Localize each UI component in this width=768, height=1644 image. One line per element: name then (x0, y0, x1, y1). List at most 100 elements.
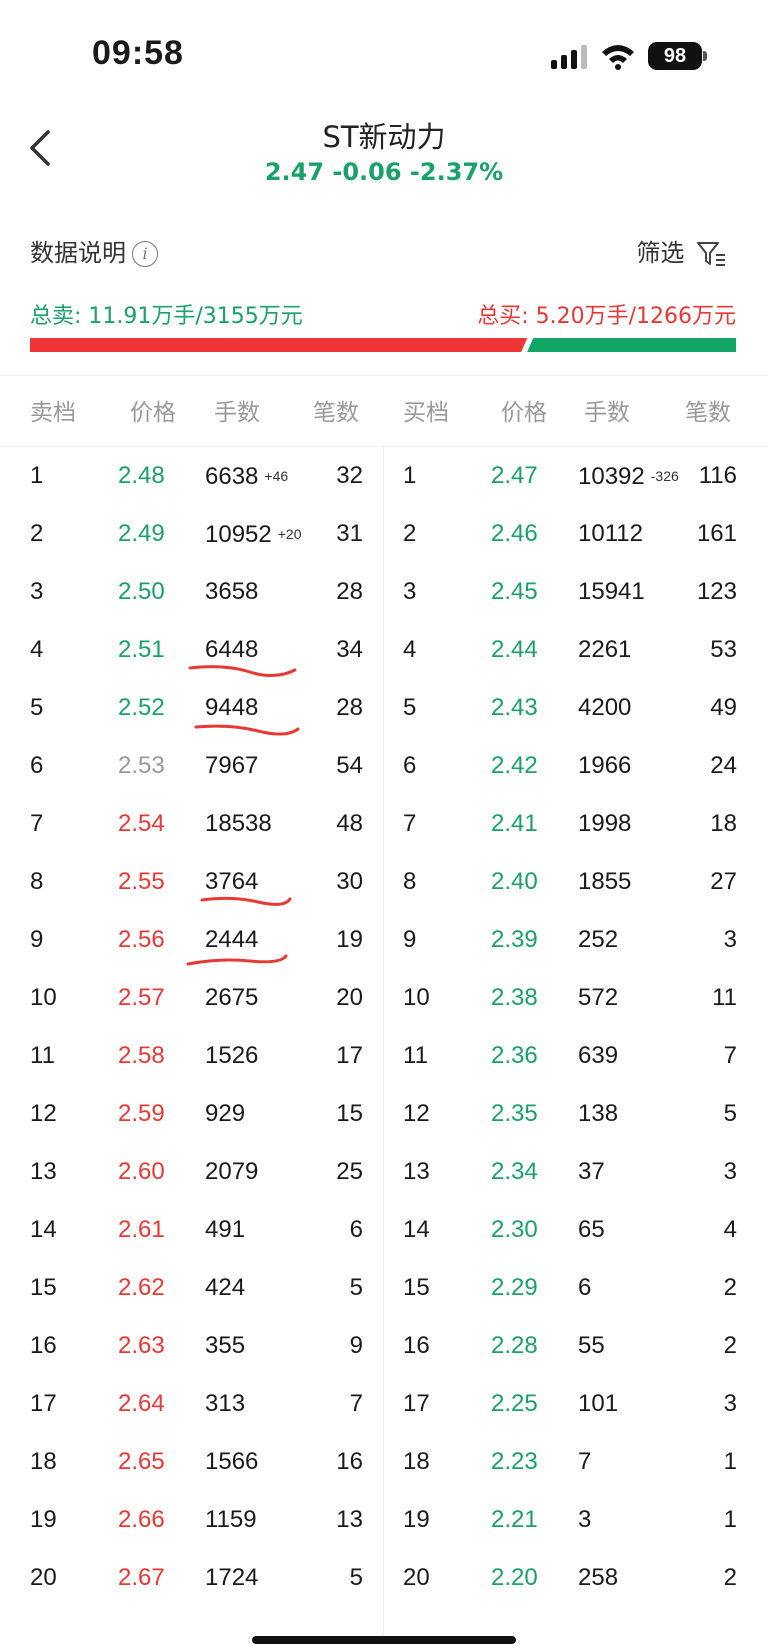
buy-count: 3 (723, 1158, 737, 1185)
buy-price: 2.36 (491, 1042, 538, 1069)
buy-level: 9 (403, 926, 417, 953)
home-indicator[interactable] (252, 1636, 516, 1644)
buy-price: 2.42 (491, 752, 538, 779)
sell-level: 10 (30, 984, 57, 1011)
sell-level: 9 (30, 926, 44, 953)
sell-lots: 6638 (205, 463, 259, 490)
order-book-row[interactable]: 4 2.51 6448 34 4 2.44 2261 53 (0, 621, 768, 679)
sell-level: 12 (30, 1100, 57, 1127)
order-book-row[interactable]: 1 2.48 6638 +46 32 1 2.47 10392 -326 116 (0, 447, 768, 505)
buy-lots: 65 (578, 1216, 605, 1243)
order-book-row[interactable]: 18 2.65 1566 16 18 2.23 7 1 (0, 1433, 768, 1491)
order-book-row[interactable]: 15 2.62 424 5 15 2.29 6 2 (0, 1259, 768, 1317)
wifi-icon (602, 45, 634, 70)
order-book-row[interactable]: 17 2.64 313 7 17 2.25 101 3 (0, 1375, 768, 1433)
sell-lots: 313 (205, 1390, 246, 1417)
sell-lots: 1566 (205, 1448, 259, 1475)
buy-count: 1 (723, 1448, 737, 1475)
order-book-row[interactable]: 13 2.60 2079 25 13 2.34 37 3 (0, 1143, 768, 1201)
sell-count: 30 (336, 868, 363, 895)
col-sell-lots: 手数 (214, 400, 260, 426)
col-buy-price: 价格 (501, 400, 547, 426)
sell-count: 5 (349, 1564, 363, 1591)
order-book-row[interactable]: 6 2.53 7967 54 6 2.42 1966 24 (0, 737, 768, 795)
sell-level: 18 (30, 1448, 57, 1475)
buy-lots: 55 (578, 1332, 605, 1359)
data-explain-link[interactable]: 数据说明 i (30, 233, 158, 268)
buy-level: 6 (403, 752, 417, 779)
sell-price: 2.51 (118, 636, 165, 663)
buy-level: 14 (403, 1216, 430, 1243)
buy-lots: 1855 (578, 868, 632, 895)
sell-level: 2 (30, 520, 44, 547)
buy-count: 4 (723, 1216, 737, 1243)
filter-button[interactable]: 筛选 (636, 233, 726, 268)
buy-lots: 572 (578, 984, 619, 1011)
order-book-row[interactable]: 12 2.59 929 15 12 2.35 138 5 (0, 1085, 768, 1143)
buy-count: 3 (723, 1390, 737, 1417)
status-time: 09:58 (92, 34, 184, 72)
sell-level: 11 (30, 1042, 55, 1069)
sell-price: 2.56 (118, 926, 165, 953)
order-book-row[interactable]: 9 2.56 2444 19 9 2.39 252 3 (0, 911, 768, 969)
order-book-row[interactable]: 10 2.57 2675 20 10 2.38 572 11 (0, 969, 768, 1027)
sell-level: 6 (30, 752, 44, 779)
sell-count: 17 (336, 1042, 363, 1069)
sell-level: 14 (30, 1216, 57, 1243)
buy-price: 2.34 (491, 1158, 538, 1185)
stock-quote: 2.47 -0.06 -2.37% (264, 158, 504, 186)
sell-lots: 1159 (205, 1506, 257, 1533)
order-book-row[interactable]: 7 2.54 18538 48 7 2.41 1998 18 (0, 795, 768, 853)
sell-ratio-segment (30, 338, 528, 352)
sell-count: 19 (336, 926, 363, 953)
buy-level: 10 (403, 984, 430, 1011)
sell-price: 2.59 (118, 1100, 165, 1127)
buy-level: 15 (403, 1274, 430, 1301)
sell-level: 5 (30, 694, 44, 721)
buy-lots: 4200 (578, 694, 632, 721)
buy-count: 24 (710, 752, 737, 779)
buy-level: 17 (403, 1390, 430, 1417)
buy-lots: 2261 (578, 636, 632, 663)
sell-lots: 9448 (205, 694, 259, 721)
info-icon[interactable]: i (132, 241, 158, 267)
buy-lots: 10392 (578, 463, 645, 490)
buy-price: 2.43 (491, 694, 538, 721)
order-book-row[interactable]: 20 2.67 1724 5 20 2.20 258 2 (0, 1549, 768, 1607)
buy-level: 1 (403, 462, 417, 489)
order-book-row[interactable]: 19 2.66 1159 13 19 2.21 3 1 (0, 1491, 768, 1549)
total-sell: 总卖: 11.91万手/3155万元 (30, 304, 303, 329)
order-book-row[interactable]: 2 2.49 10952 +20 31 2 2.46 10112 161 (0, 505, 768, 563)
buy-count: 11 (712, 984, 737, 1011)
order-book-row[interactable]: 11 2.58 1526 17 11 2.36 639 7 (0, 1027, 768, 1085)
buy-price: 2.44 (491, 636, 538, 663)
buy-lots: 6 (578, 1274, 592, 1301)
sell-level: 17 (30, 1390, 57, 1417)
sell-lots: 3764 (205, 868, 259, 895)
buy-price: 2.25 (491, 1390, 538, 1417)
sell-price: 2.52 (118, 694, 165, 721)
buy-level: 16 (403, 1332, 430, 1359)
buy-lots: 1998 (578, 810, 632, 837)
stock-title: ST新动力 (322, 120, 446, 154)
sell-count: 15 (336, 1100, 363, 1127)
sell-count: 5 (349, 1274, 363, 1301)
buy-level: 13 (403, 1158, 430, 1185)
buy-level: 18 (403, 1448, 430, 1475)
buy-level: 3 (403, 578, 417, 605)
sell-count: 28 (336, 578, 363, 605)
sell-count: 6 (349, 1216, 363, 1243)
sell-level: 15 (30, 1274, 57, 1301)
sell-lots: 10952 (205, 521, 272, 548)
order-book-row[interactable]: 3 2.50 3658 28 3 2.45 15941 123 (0, 563, 768, 621)
col-sell-count: 笔数 (313, 400, 359, 426)
sell-price: 2.61 (118, 1216, 165, 1243)
buy-level: 5 (403, 694, 417, 721)
order-book-row[interactable]: 5 2.52 9448 28 5 2.43 4200 49 (0, 679, 768, 737)
buy-lots: 3 (578, 1506, 592, 1533)
sell-price: 2.53 (118, 752, 165, 779)
sell-level: 4 (30, 636, 44, 663)
order-book-row[interactable]: 16 2.63 355 9 16 2.28 55 2 (0, 1317, 768, 1375)
order-book-row[interactable]: 8 2.55 3764 30 8 2.40 1855 27 (0, 853, 768, 911)
order-book-row[interactable]: 14 2.61 491 6 14 2.30 65 4 (0, 1201, 768, 1259)
